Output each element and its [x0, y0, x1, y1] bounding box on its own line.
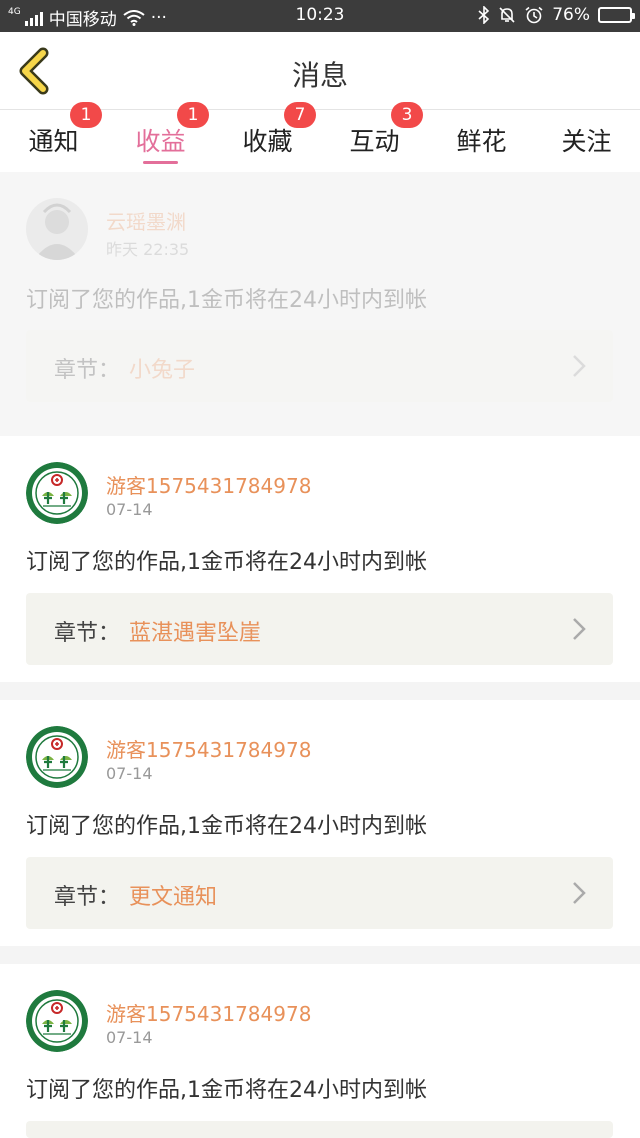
message-card: 游客1575431784978 07-14 订阅了您的作品,1金币将在24小时内… — [0, 700, 640, 946]
battery-icon — [598, 7, 635, 23]
chapter-prefix: 章节： — [54, 885, 121, 910]
chevron-right-icon — [573, 618, 586, 640]
tab-label: 收藏 — [242, 127, 293, 156]
message-card: 游客1575431784978 07-14 订阅了您的作品,1金币将在24小时内… — [0, 436, 640, 682]
message-text: 订阅了您的作品,1金币将在24小时内到帐 — [26, 814, 427, 839]
message-text: 订阅了您的作品,1金币将在24小时内到帐 — [26, 550, 427, 575]
page-title: 消息 — [291, 59, 348, 92]
username: 游客1575431784978 — [106, 738, 312, 762]
message-tabs: 通知 1 收益 1 收藏 7 互动 3 鲜花 关注 — [0, 102, 640, 172]
tab-label: 鲜花 — [456, 127, 507, 156]
message-time: 07-14 — [106, 500, 153, 519]
chevron-right-icon — [573, 355, 586, 377]
message-time: 昨天 22:35 — [106, 240, 190, 259]
tab-label: 收益 — [135, 127, 186, 156]
battery-percent: 76% — [552, 5, 590, 25]
tab-flowers[interactable]: 鲜花 — [428, 110, 535, 172]
chapter-prefix: 章节： — [54, 358, 121, 383]
chapter-prefix: 章节： — [54, 621, 121, 646]
tab-interactions[interactable]: 互动 3 — [321, 102, 428, 172]
unread-badge: 3 — [391, 102, 423, 128]
tab-label: 互动 — [349, 127, 400, 156]
username: 游客1575431784978 — [106, 1002, 312, 1026]
alarm-icon — [525, 6, 543, 24]
unread-badge: 1 — [177, 102, 209, 128]
avatar — [26, 198, 88, 260]
tab-following[interactable]: 关注 — [533, 110, 640, 172]
message-text: 订阅了您的作品,1金币将在24小时内到帐 — [26, 288, 427, 313]
tab-notice[interactable]: 通知 1 — [0, 102, 107, 172]
tab-earnings[interactable]: 收益 1 — [107, 102, 214, 172]
chapter-link[interactable]: 章节： 小兔子 — [26, 330, 613, 402]
message-card: 游客1575431784978 07-14 订阅了您的作品,1金币将在24小时内… — [0, 964, 640, 1138]
chevron-right-icon — [573, 882, 586, 904]
message-text: 订阅了您的作品,1金币将在24小时内到帐 — [26, 1078, 427, 1103]
message-time: 07-14 — [106, 764, 153, 783]
chapter-name: 蓝湛遇害坠崖 — [129, 621, 262, 646]
avatar — [26, 462, 88, 524]
status-right: 76% — [478, 5, 635, 25]
active-tab-indicator — [143, 161, 178, 164]
bluetooth-icon — [478, 6, 490, 24]
message-time: 07-14 — [106, 1028, 153, 1047]
unread-badge: 7 — [284, 102, 316, 128]
avatar — [26, 726, 88, 788]
unread-badge: 1 — [70, 102, 102, 128]
status-bar: 4G 中国移动 ··· 10:23 76% — [0, 0, 640, 32]
chapter-link[interactable] — [26, 1121, 613, 1138]
username: 云瑶墨渊 — [106, 210, 186, 234]
tab-label: 关注 — [561, 127, 612, 156]
chapter-link[interactable]: 章节： 蓝湛遇害坠崖 — [26, 593, 613, 665]
chapter-name: 小兔子 — [129, 358, 196, 383]
chapter-link[interactable]: 章节： 更文通知 — [26, 857, 613, 929]
message-card: 云瑶墨渊 昨天 22:35 订阅了您的作品,1金币将在24小时内到帐 章节： 小… — [0, 172, 640, 436]
navigation-header: 消息 — [0, 32, 640, 110]
tab-favorites[interactable]: 收藏 7 — [214, 102, 321, 172]
chapter-name: 更文通知 — [129, 885, 218, 910]
username: 游客1575431784978 — [106, 474, 312, 498]
tab-label: 通知 — [28, 127, 79, 156]
bell-muted-icon — [499, 7, 515, 23]
avatar — [26, 990, 88, 1052]
